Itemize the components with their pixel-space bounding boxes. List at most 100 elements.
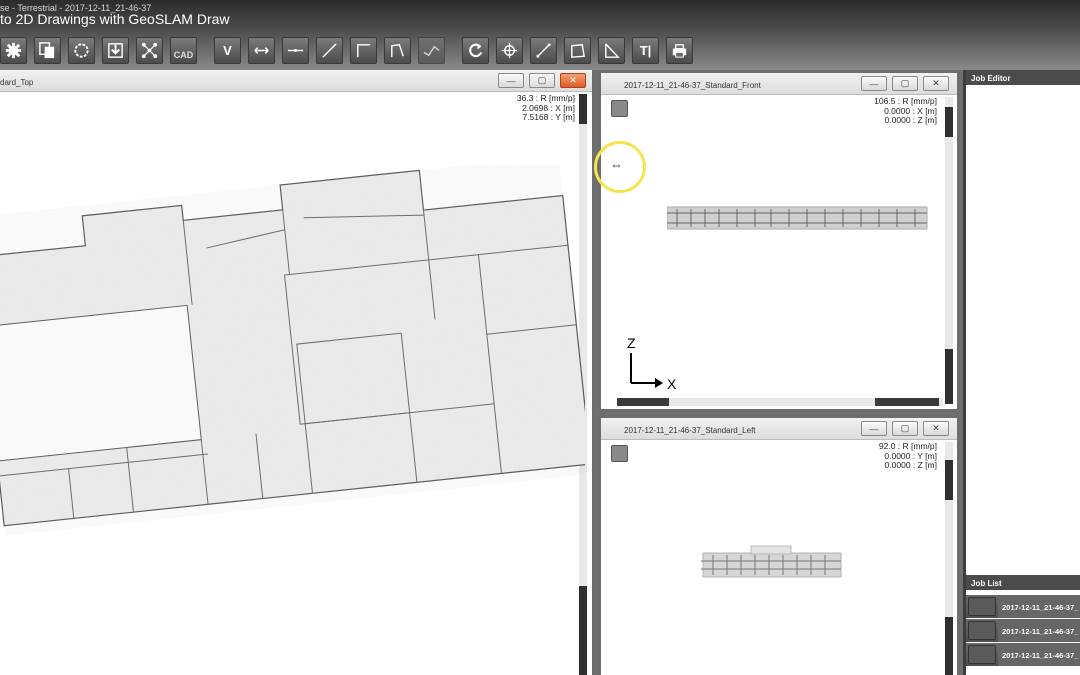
front-elevation-point-cloud bbox=[667, 206, 928, 230]
front-view-vscroll[interactable] bbox=[945, 97, 953, 404]
cad-label: CAD bbox=[173, 49, 194, 60]
axis-x-label: X bbox=[667, 376, 677, 392]
app-window: { "window": { "title": "se - Terrestrial… bbox=[0, 0, 1080, 675]
circle-icon bbox=[74, 43, 89, 58]
close-button[interactable]: ✕ bbox=[560, 73, 586, 88]
line-diagonal-icon bbox=[322, 43, 337, 58]
network-button[interactable] bbox=[136, 37, 163, 64]
job-item-label: 2017-12-11_21-46-37_ bbox=[1002, 627, 1079, 636]
front-view-title: 2017-12-11_21-46-37_Standard_Front bbox=[624, 81, 761, 90]
close-icon: ✕ bbox=[932, 78, 940, 88]
scroll-thumb[interactable] bbox=[945, 107, 953, 137]
text-button[interactable]: T| bbox=[632, 37, 659, 64]
job-item-label: 2017-12-11_21-46-37_ bbox=[1002, 603, 1079, 612]
minimize-button[interactable]: — bbox=[498, 73, 524, 88]
scroll-thumb-top[interactable] bbox=[579, 94, 587, 124]
left-view-title: 2017-12-11_21-46-37_Standard_Left bbox=[624, 426, 756, 435]
front-view-toggle-button[interactable] bbox=[611, 100, 628, 117]
job-item-label: 2017-12-11_21-46-37_ bbox=[1002, 651, 1079, 660]
readout-z: 0.0000 : Z [m] bbox=[884, 115, 937, 125]
crosshair-icon bbox=[501, 42, 518, 59]
import-button[interactable] bbox=[102, 37, 129, 64]
angle-icon bbox=[605, 43, 620, 58]
copy-layers-button[interactable] bbox=[34, 37, 61, 64]
job-item-button[interactable] bbox=[968, 645, 996, 664]
corner-icon bbox=[357, 44, 371, 58]
job-item-button[interactable] bbox=[968, 597, 996, 616]
close-button[interactable]: ✕ bbox=[923, 421, 949, 436]
minimize-icon: — bbox=[506, 75, 516, 86]
minimize-icon: — bbox=[869, 423, 879, 434]
network-icon bbox=[141, 42, 158, 59]
readout-y: 7.5168 : Y [m] bbox=[522, 112, 575, 122]
maximize-icon: ▢ bbox=[537, 75, 547, 85]
job-list-title: Job List bbox=[966, 575, 1080, 590]
rectangle-button[interactable] bbox=[564, 37, 591, 64]
minimize-button[interactable]: — bbox=[861, 421, 887, 436]
top-view-panel: dard_Top — ▢ ✕ 36.3 : R [mm/p] 2.0698 : … bbox=[0, 70, 595, 675]
left-view-panel: 2017-12-11_21-46-37_Standard_Left — ▢ ✕ … bbox=[598, 415, 960, 675]
top-view-readout: 36.3 : R [mm/p] 2.0698 : X [m] 7.5168 : … bbox=[517, 93, 575, 123]
left-view-toggle-button[interactable] bbox=[611, 445, 628, 462]
print-button[interactable] bbox=[666, 37, 693, 64]
job-list-item[interactable]: 2017-12-11_21-46-37_ bbox=[966, 619, 1080, 642]
horizontal-dimension-button[interactable] bbox=[248, 37, 275, 64]
job-editor-title: Job Editor bbox=[966, 70, 1080, 85]
line-horizontal-icon bbox=[287, 48, 304, 53]
maximize-button[interactable]: ▢ bbox=[892, 76, 918, 91]
gear-icon bbox=[5, 42, 22, 59]
scroll-thumb[interactable] bbox=[945, 349, 953, 404]
maximize-button[interactable]: ▢ bbox=[529, 73, 555, 88]
download-icon bbox=[108, 43, 123, 58]
circle-button[interactable] bbox=[68, 37, 95, 64]
measure-line-button[interactable] bbox=[530, 37, 557, 64]
scroll-thumb[interactable] bbox=[945, 460, 953, 500]
job-editor-panel: Job Editor bbox=[963, 70, 1080, 575]
minimize-button[interactable]: — bbox=[861, 76, 887, 91]
left-view-window-controls: — ▢ ✕ bbox=[861, 421, 949, 436]
rotate-button[interactable] bbox=[462, 37, 489, 64]
diagonal-line-button[interactable] bbox=[316, 37, 343, 64]
resize-cursor-icon: ⇔ bbox=[610, 157, 623, 172]
horizontal-line-button[interactable] bbox=[282, 37, 309, 64]
job-list-panel: Job List 2017-12-11_21-46-37_ 2017-12-11… bbox=[963, 575, 1080, 675]
curve-button[interactable] bbox=[418, 37, 445, 64]
front-view-readout: 106.5 : R [mm/p] 0.0000 : X [m] 0.0000 :… bbox=[874, 96, 937, 126]
corner-button[interactable] bbox=[350, 37, 377, 64]
floor-plan-point-cloud bbox=[0, 165, 585, 536]
left-elevation-point-cloud bbox=[701, 545, 842, 578]
crosshair-button[interactable] bbox=[496, 37, 523, 64]
close-icon: ✕ bbox=[932, 423, 940, 433]
rectangle-icon bbox=[571, 44, 585, 58]
polyline-icon bbox=[391, 44, 404, 58]
front-view-hscroll[interactable] bbox=[617, 398, 943, 406]
text-label: T| bbox=[639, 43, 652, 58]
top-view-title: dard_Top bbox=[0, 78, 34, 87]
scroll-thumb[interactable] bbox=[945, 617, 953, 675]
settings-button[interactable] bbox=[0, 37, 27, 64]
vertical-tool-button[interactable]: V bbox=[214, 37, 241, 64]
job-item-button[interactable] bbox=[968, 621, 996, 640]
angle-button[interactable] bbox=[598, 37, 625, 64]
v-label: V bbox=[223, 43, 232, 58]
front-view-window-controls: — ▢ ✕ bbox=[861, 76, 949, 91]
minimize-icon: — bbox=[869, 78, 879, 89]
job-list-item[interactable]: 2017-12-11_21-46-37_ bbox=[966, 643, 1080, 666]
maximize-button[interactable]: ▢ bbox=[892, 421, 918, 436]
cad-export-button[interactable]: CAD bbox=[170, 37, 197, 64]
left-view-vscroll[interactable] bbox=[945, 442, 953, 675]
polyline-button[interactable] bbox=[384, 37, 411, 64]
job-list-item[interactable]: 2017-12-11_21-46-37_ bbox=[966, 595, 1080, 618]
readout-z: 0.0000 : Z [m] bbox=[884, 460, 937, 470]
front-view-panel: 2017-12-11_21-46-37_Standard_Front — ▢ ✕… bbox=[594, 70, 960, 412]
hscroll-thumb[interactable] bbox=[875, 398, 939, 406]
close-button[interactable]: ✕ bbox=[923, 76, 949, 91]
top-view-header: dard_Top — ▢ ✕ bbox=[0, 70, 592, 92]
axis-z-label: Z bbox=[627, 335, 636, 351]
scroll-thumb-bottom[interactable] bbox=[579, 586, 587, 675]
dimension-arrow-icon bbox=[254, 47, 269, 54]
layers-icon bbox=[39, 42, 55, 59]
toolbar: CAD V T| bbox=[0, 37, 1080, 65]
hscroll-thumb[interactable] bbox=[617, 398, 669, 406]
printer-icon bbox=[672, 44, 687, 58]
